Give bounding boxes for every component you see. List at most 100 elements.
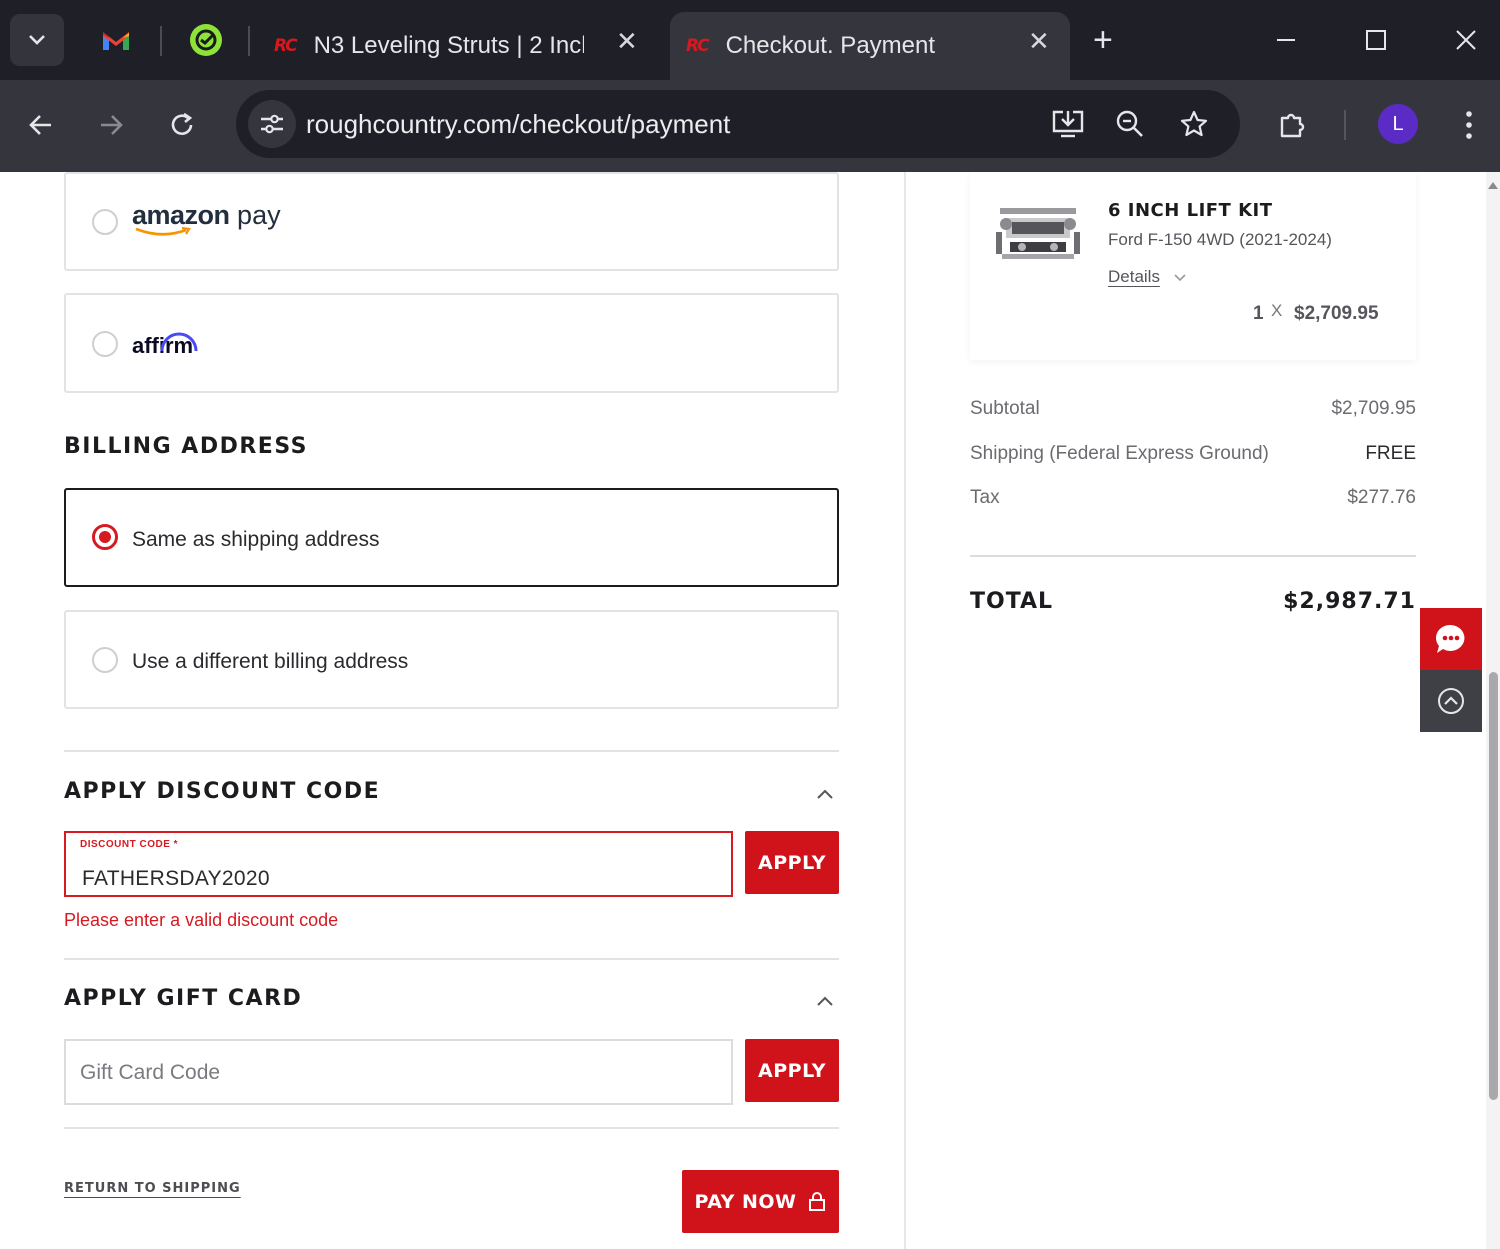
tab-search-button[interactable] — [10, 14, 64, 66]
amazon-pay-logo: amazon pay — [132, 200, 281, 236]
quantity-times: X — [1271, 301, 1283, 320]
apply-gift-card-button[interactable]: APPLY — [745, 1039, 839, 1102]
close-tab-icon[interactable]: ✕ — [616, 26, 638, 57]
toolbar-separator — [1344, 110, 1346, 140]
grammarly-icon — [190, 24, 222, 56]
close-window-button[interactable] — [1444, 18, 1488, 62]
summary-label: Tax — [970, 487, 1000, 508]
discount-title[interactable]: APPLY DISCOUNT CODE — [64, 779, 380, 804]
same-address-radio[interactable] — [92, 524, 118, 550]
chevron-down-icon[interactable] — [1173, 272, 1187, 284]
chevron-up-icon[interactable] — [814, 783, 836, 805]
chat-bubble-icon — [1436, 624, 1465, 653]
pinned-tab-gmail[interactable] — [94, 18, 138, 62]
bookmark-button[interactable] — [1172, 102, 1216, 146]
address-bar[interactable]: roughcountry.com/checkout/payment — [236, 90, 1240, 158]
payment-option-affirm[interactable]: affirm — [64, 293, 839, 393]
url-text[interactable]: roughcountry.com/checkout/payment — [306, 109, 730, 140]
pay-now-label: PAY NOW — [694, 1190, 797, 1213]
return-to-shipping-link[interactable]: RETURN TO SHIPPING — [64, 1181, 241, 1196]
amazon-pay-radio[interactable] — [92, 209, 118, 235]
summary-label: Subtotal — [970, 398, 1040, 419]
install-icon — [1052, 110, 1084, 138]
site-info-button[interactable] — [248, 100, 296, 148]
extensions-button[interactable] — [1270, 102, 1316, 148]
lift-kit-product-image — [996, 208, 1080, 259]
scrollbar-thumb[interactable] — [1489, 672, 1498, 1100]
gmail-icon — [103, 32, 129, 50]
zoom-icon — [1116, 110, 1143, 137]
gift-card-input[interactable]: Gift Card Code — [64, 1039, 733, 1105]
pay-now-button[interactable]: PAY NOW — [682, 1170, 839, 1233]
chevron-up-icon[interactable] — [814, 990, 836, 1012]
discount-field-label: DISCOUNT CODE * — [80, 839, 179, 850]
tab-leveling-struts[interactable]: RC N3 Leveling Struts | 2 Inch ✕ — [258, 12, 660, 80]
new-tab-button[interactable]: + — [1093, 20, 1113, 60]
summary-value: $277.76 — [1347, 487, 1416, 508]
forward-button[interactable] — [88, 102, 134, 148]
affirm-radio[interactable] — [92, 331, 118, 357]
product-quantity: 1 — [1253, 303, 1264, 324]
maximize-icon — [1366, 30, 1386, 50]
apply-discount-button[interactable]: APPLY — [745, 831, 839, 894]
browser-menu-button[interactable] — [1446, 102, 1492, 148]
total-label: TOTAL — [970, 589, 1054, 614]
close-icon — [1456, 30, 1476, 50]
gift-card-placeholder[interactable]: Gift Card Code — [80, 1061, 220, 1085]
browser-tabstrip: RC N3 Leveling Struts | 2 Inch ✕ RC Chec… — [0, 0, 1500, 80]
product-details-toggle[interactable]: Details — [1108, 267, 1160, 287]
lock-icon — [809, 1191, 826, 1211]
checkout-page: amazon pay affirm BILLING ADDRESS Same a… — [0, 172, 1500, 1249]
back-button[interactable] — [18, 102, 64, 148]
puzzle-icon — [1280, 113, 1305, 138]
maximize-button[interactable] — [1354, 18, 1398, 62]
chat-button[interactable] — [1420, 608, 1482, 670]
summary-divider — [970, 555, 1416, 557]
product-price: $2,709.95 — [1294, 303, 1379, 324]
discount-code-input[interactable]: DISCOUNT CODE * FATHERSDAY2020 — [64, 831, 733, 897]
rough-country-logo: RC — [274, 36, 298, 56]
tab-separator — [160, 26, 162, 56]
amazon-smile-icon — [135, 227, 191, 236]
summary-value: FREE — [1365, 443, 1416, 464]
gift-card-title[interactable]: APPLY GIFT CARD — [64, 986, 302, 1011]
arrow-left-icon — [29, 115, 51, 135]
install-app-button[interactable] — [1046, 102, 1090, 146]
billing-address-title: BILLING ADDRESS — [64, 434, 309, 459]
discount-code-value[interactable]: FATHERSDAY2020 — [82, 867, 270, 891]
chevron-down-icon — [29, 35, 45, 45]
summary-value: $2,709.95 — [1331, 398, 1416, 419]
rough-country-logo: RC — [686, 36, 710, 56]
product-fitment: Ford F-150 4WD (2021-2024) — [1108, 230, 1332, 249]
minimize-icon — [1277, 39, 1295, 41]
section-divider — [64, 958, 839, 960]
tab-title: Checkout. Payment — [725, 32, 936, 59]
scroll-to-top-button[interactable] — [1420, 670, 1482, 732]
billing-option-label: Use a different billing address — [132, 650, 409, 673]
discount-error-message: Please enter a valid discount code — [64, 910, 339, 930]
section-divider — [64, 750, 839, 752]
close-tab-icon[interactable]: ✕ — [1028, 26, 1050, 57]
more-vertical-icon — [1466, 111, 1472, 139]
payment-option-amazon-pay[interactable]: amazon pay — [64, 172, 839, 271]
tab-checkout-payment[interactable]: RC Checkout. Payment ✕ — [670, 12, 1070, 80]
column-divider — [904, 172, 906, 1249]
tab-title: N3 Leveling Struts | 2 Inch — [313, 32, 584, 59]
profile-avatar[interactable]: L — [1378, 104, 1418, 144]
arrow-right-icon — [101, 115, 123, 135]
different-address-radio[interactable] — [92, 647, 118, 673]
cart-item: 6 INCH LIFT KIT Ford F-150 4WD (2021-202… — [970, 172, 1416, 360]
summary-total: TOTAL $2,987.71 — [970, 589, 1416, 614]
product-name[interactable]: 6 INCH LIFT KIT — [1108, 200, 1273, 221]
billing-option-same[interactable]: Same as shipping address — [64, 488, 839, 587]
minimize-button[interactable] — [1264, 18, 1308, 62]
billing-option-different[interactable]: Use a different billing address — [64, 610, 839, 709]
pinned-tab-grammarly[interactable] — [184, 18, 228, 62]
affirm-logo: affirm — [132, 332, 198, 359]
zoom-button[interactable] — [1108, 102, 1152, 146]
total-value: $2,987.71 — [1283, 589, 1416, 614]
scroll-up-arrow-icon[interactable] — [1488, 182, 1498, 189]
reload-button[interactable] — [159, 102, 205, 148]
summary-label: Shipping (Federal Express Ground) — [970, 443, 1269, 464]
tune-icon — [261, 114, 283, 134]
